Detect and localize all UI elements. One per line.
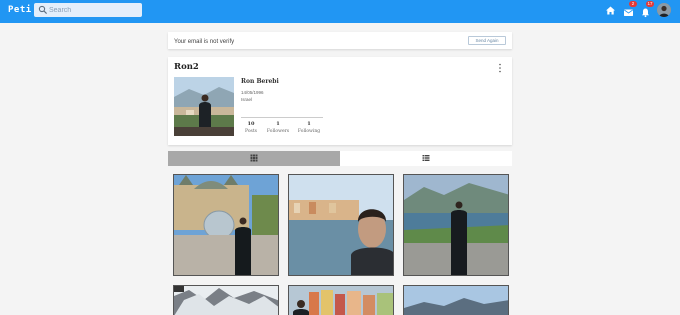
messages-badge: 2	[629, 1, 637, 7]
profile-username: Ron2	[174, 62, 199, 72]
user-avatar[interactable]	[657, 3, 671, 17]
avatar-photo	[657, 3, 671, 17]
app-bar: Peti 2 17	[0, 0, 680, 23]
more-options-icon[interactable]	[498, 63, 502, 73]
profile-photo	[174, 77, 234, 136]
stat-following-label: Following	[297, 129, 321, 134]
send-again-button[interactable]: Send Again	[468, 36, 506, 45]
profile-full-name: Ron Berebi	[241, 78, 279, 85]
mail-icon	[624, 9, 633, 16]
stat-posts-value: 10	[247, 121, 255, 127]
profile-picture[interactable]	[174, 77, 234, 136]
profile-country: Israel	[241, 97, 253, 102]
tab-list-view[interactable]	[340, 151, 512, 166]
post-photo	[289, 286, 393, 315]
profile-birth-date: 14/05/1996	[241, 90, 264, 95]
view-tabs	[168, 151, 512, 166]
bell-icon	[642, 8, 649, 18]
search-input[interactable]	[49, 3, 139, 17]
profile-card: Ron2 Ron Berebi 14/05/1996 Israel 10 Pos…	[168, 57, 512, 145]
messages-button[interactable]: 2	[623, 1, 637, 16]
search-icon	[38, 5, 48, 15]
home-icon[interactable]	[605, 5, 616, 16]
stat-following[interactable]: 1 Following	[294, 121, 324, 134]
post-photo	[289, 175, 393, 275]
search-box[interactable]	[34, 3, 142, 17]
stat-following-value: 1	[307, 121, 311, 127]
post-snowy-mountain[interactable]	[173, 285, 279, 315]
list-icon	[422, 155, 430, 161]
notifications-badge: 17	[646, 1, 654, 7]
post-colorful-village[interactable]	[288, 285, 394, 315]
post-photo	[174, 175, 278, 275]
stat-followers-value: 1	[276, 121, 280, 127]
email-verify-banner: Your email is not verify Send Again	[168, 32, 512, 49]
post-photo	[404, 175, 508, 275]
grid-icon	[250, 154, 258, 162]
stat-posts-label: Posts	[245, 129, 257, 134]
post-photo	[174, 286, 278, 315]
post-photo	[404, 286, 508, 315]
stat-posts[interactable]: 10 Posts	[236, 121, 266, 134]
app-logo[interactable]: Peti	[8, 5, 32, 15]
stat-followers[interactable]: 1 Followers	[263, 121, 293, 134]
stat-followers-label: Followers	[266, 129, 290, 134]
tab-grid-view[interactable]	[168, 151, 340, 166]
notifications-button[interactable]: 17	[640, 1, 654, 18]
post-monaco-casino[interactable]	[173, 174, 279, 276]
post-lake-mountains[interactable]	[403, 285, 509, 315]
post-selfie-sea-town[interactable]	[288, 174, 394, 276]
post-coast-view[interactable]	[403, 174, 509, 276]
stats-divider	[241, 117, 323, 118]
verify-message: Your email is not verify	[174, 39, 235, 45]
